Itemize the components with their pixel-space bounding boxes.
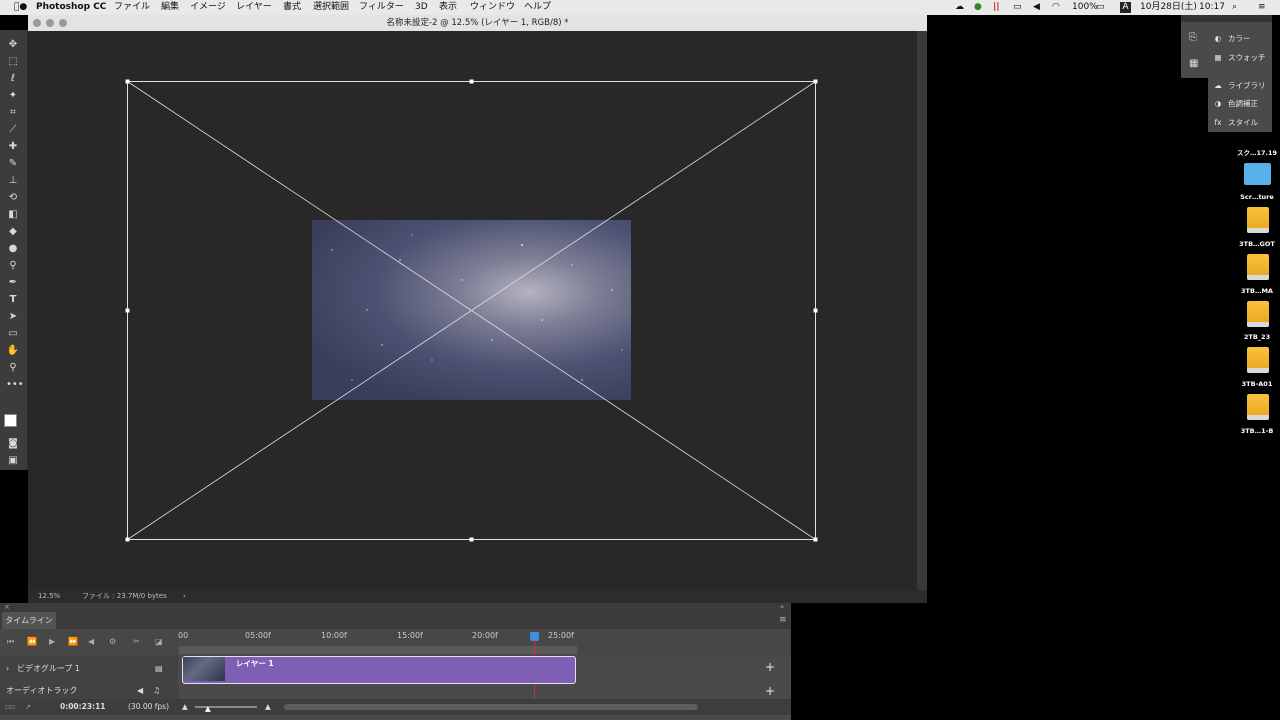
panel-item-label: ライブラリ [1228,81,1266,90]
desktop-item-label[interactable]: 3TB…GOT [1227,240,1280,248]
panel-item-libraries[interactable]: ☁ ライブラリ [1213,80,1266,91]
panel-item-label: スウォッチ [1228,53,1266,62]
external-drive-icon[interactable] [1247,301,1269,327]
ruler-tick-label: 15:00f [397,631,423,640]
play-icon[interactable]: ▶ [49,637,55,646]
render-video-icon[interactable]: ➚ [25,699,31,715]
transform-handle[interactable] [125,308,130,313]
zoom-out-mountain-icon[interactable]: ▲ [182,699,188,715]
next-frame-icon[interactable]: ⏩ [68,637,78,646]
previous-frame-icon[interactable]: ⏪ [27,637,37,646]
add-audio-button[interactable]: + [765,684,775,698]
panel-item-label: スタイル [1228,118,1258,127]
ruler-tick-label: 00 [178,631,189,640]
file-info: ファイル : 23.7M/0 bytes [82,592,167,600]
external-drive-icon[interactable] [1247,207,1269,233]
transform-handle[interactable] [125,79,130,84]
panel-menu-icon[interactable]: ≡ [779,615,787,625]
panel-item-styles[interactable]: fx スタイル [1213,117,1258,128]
close-panel-icon[interactable]: × [4,603,10,611]
folder-icon[interactable] [1244,163,1271,185]
timeline-tab-bar: × » ≡ [0,603,791,629]
transform-handle[interactable] [125,537,130,542]
external-drive-icon[interactable] [1247,254,1269,280]
timeline-ruler[interactable]: 00 05:00f 10:00f 15:00f 20:00f 25:00f [175,629,791,655]
panel-item-label: 色調補正 [1228,99,1258,108]
ruler-tick-label: 20:00f [472,631,498,640]
convert-frame-animation-icon[interactable]: ▫▫ [5,699,15,715]
audio-track-header[interactable]: オーディオトラック ◀ ♫ [0,683,178,699]
desktop-item-label[interactable]: スク…17.19 [1227,147,1280,157]
clip-thumbnail [183,657,225,681]
swatches-grid-icon: ▦ [1214,53,1222,62]
frame-rate: (30.00 fps) [128,702,170,711]
current-time[interactable]: 0:00:23:11 [60,699,106,715]
music-note-icon[interactable]: ♫ [153,683,160,699]
timeline-playback-controls: ⏮ ⏪ ▶ ⏩ ◀ ⚙ ✂ ◪ [0,629,175,655]
collapsed-panel-icons: ⎘ ▦ [1181,22,1208,78]
transform-handle[interactable] [813,537,818,542]
add-media-button[interactable]: + [765,660,775,674]
properties-panel-icon[interactable]: ▦ [1189,58,1198,69]
transform-handle[interactable] [813,308,818,313]
film-strip-icon[interactable]: ▤ [155,655,163,683]
ruler-tick-label: 10:00f [321,631,347,640]
panel-item-swatches[interactable]: ▦ スウォッチ [1213,52,1266,63]
vertical-scrollbar[interactable] [917,31,927,590]
external-drive-icon[interactable] [1247,347,1269,373]
zoom-level[interactable]: 12.5% [38,590,60,603]
tab-timeline[interactable]: タイムライン [2,612,56,629]
video-clip[interactable]: レイヤー 1 [182,656,576,684]
document-status-bar: 12.5% ファイル : 23.7M/0 bytes › [28,590,927,603]
zoom-in-mountain-icon[interactable]: ▲ [265,699,271,715]
video-group-track-header[interactable]: › ビデオグループ 1 ▤ [0,655,178,683]
panel-item-color[interactable]: ◐ カラー [1213,33,1251,44]
collapse-panel-icon[interactable]: » [780,603,784,611]
desktop-item-label[interactable]: 3TB-A01 [1227,380,1280,388]
transform-handle[interactable] [469,537,474,542]
ruler-tick-label: 25:00f [548,631,574,640]
transition-icon[interactable]: ◪ [155,637,163,646]
adjustments-icon: ◑ [1214,99,1222,108]
audio-mute-icon[interactable]: ◀ [88,637,94,646]
libraries-icon: ☁ [1214,81,1222,90]
video-group-label: ビデオグループ 1 [17,664,80,673]
color-icon: ◐ [1214,34,1222,43]
clip-label: レイヤー 1 [236,659,274,668]
go-to-first-frame-icon[interactable]: ⏮ [7,637,14,647]
speaker-icon[interactable]: ◀ [137,683,143,699]
expand-track-chevron-icon[interactable]: › [6,655,9,683]
panel-dock-header [1181,15,1272,22]
transform-handle[interactable] [469,79,474,84]
desktop-item-label[interactable]: Scr…ture [1227,193,1280,201]
transform-handle[interactable] [813,79,818,84]
settings-gear-icon[interactable]: ⚙ [109,637,116,646]
status-menu-chevron[interactable]: › [183,590,186,603]
split-scissors-icon[interactable]: ✂ [133,637,140,646]
styles-icon: fx [1214,118,1222,127]
desktop-item-label[interactable]: 2TB_23 [1227,333,1280,341]
desktop-item-label[interactable]: 3TB…MA [1227,287,1280,295]
panel-item-label: カラー [1228,34,1251,43]
work-area-bar[interactable] [179,646,577,654]
panel-item-adjustments[interactable]: ◑ 色調補正 [1213,98,1258,109]
timeline-footer: ▫▫ ➚ 0:00:23:11 (30.00 fps) ▲ ▲ ▲ [0,699,791,715]
ruler-tick-label: 05:00f [245,631,271,640]
audio-track-label: オーディオトラック [6,686,78,695]
history-panel-icon[interactable]: ⎘ [1189,32,1197,43]
desktop-item-label[interactable]: 3TB…1-B [1227,427,1280,435]
zoom-slider-thumb[interactable]: ▲ [205,701,211,717]
timeline-horizontal-scrollbar[interactable] [284,704,698,710]
external-drive-icon[interactable] [1247,394,1269,420]
